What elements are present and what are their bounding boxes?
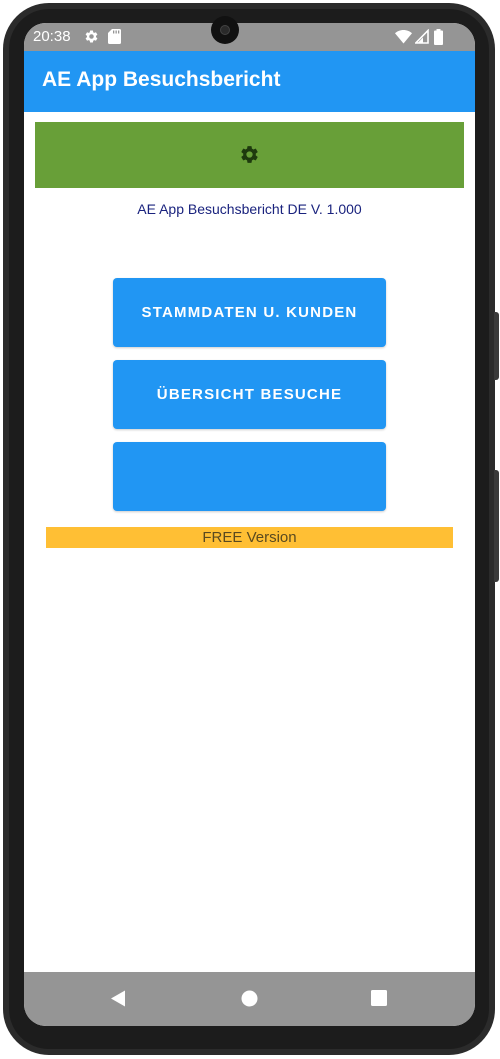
phone-device: 20:38 AE App Besuchsbericht AE App Besuc… — [0, 0, 500, 1059]
free-version-banner: FREE Version — [46, 527, 453, 548]
recents-icon[interactable] — [371, 990, 387, 1011]
version-label: AE App Besuchsbericht DE V. 1.000 — [137, 201, 362, 217]
uebersicht-besuche-button[interactable]: ÜBERSICHT BESUCHE — [113, 360, 386, 429]
screen: 20:38 AE App Besuchsbericht AE App Besuc… — [24, 23, 475, 1026]
camera-lens — [220, 25, 230, 35]
stammdaten-button[interactable]: STAMMDATEN U. KUNDEN — [113, 278, 386, 347]
settings-button[interactable] — [35, 122, 464, 188]
navigation-bar — [24, 972, 475, 1026]
settings-icon — [84, 29, 99, 49]
back-icon[interactable] — [110, 990, 126, 1012]
app-title: AE App Besuchsbericht — [42, 68, 281, 91]
gear-icon — [241, 146, 258, 163]
status-time: 20:38 — [33, 28, 71, 45]
blank-button[interactable] — [113, 442, 386, 511]
app-bar: AE App Besuchsbericht — [24, 51, 475, 112]
sd-card-icon — [108, 29, 121, 49]
signal-icon — [413, 28, 429, 49]
power-button — [494, 470, 499, 582]
front-camera — [211, 16, 239, 44]
status-bar: 20:38 — [24, 23, 475, 51]
volume-button — [494, 312, 499, 380]
battery-icon — [434, 29, 443, 50]
wifi-icon — [395, 29, 412, 49]
home-icon[interactable] — [241, 990, 258, 1012]
